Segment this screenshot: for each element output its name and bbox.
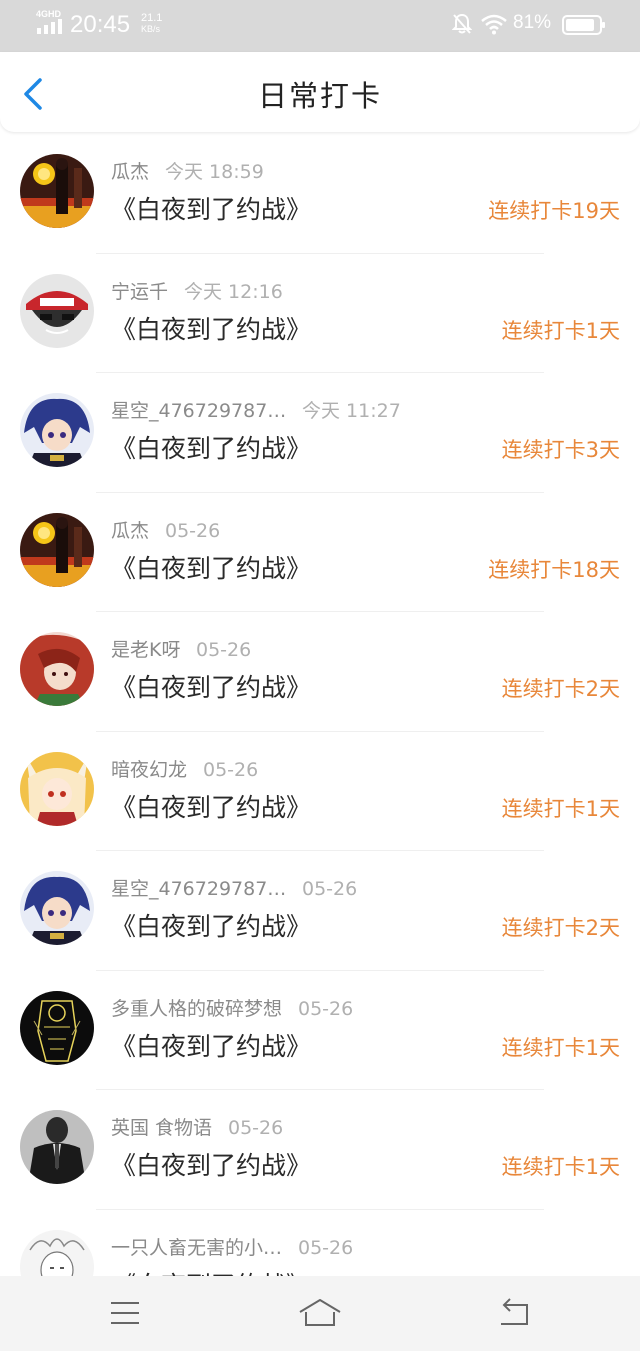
list-item[interactable]: 星空_476729787… 05-26 《白夜到了约战》 连续打卡2天: [0, 851, 640, 971]
checkin-time: 今天 18:59: [165, 161, 264, 183]
book-title[interactable]: 《白夜到了约战》: [111, 1031, 311, 1063]
network-speed: 21.1 KB/s: [141, 13, 175, 35]
avatar[interactable]: [20, 512, 94, 587]
home-icon: [299, 1299, 341, 1326]
checkin-time: 05-26: [203, 758, 259, 781]
book-title[interactable]: 《白夜到了约战》: [111, 194, 311, 226]
return-button[interactable]: [495, 1296, 535, 1330]
user-name[interactable]: 是老K呀: [111, 638, 180, 662]
home-button[interactable]: [298, 1296, 342, 1330]
network-speed-value: 21.1: [141, 12, 163, 24]
avatar[interactable]: [20, 154, 94, 228]
user-name[interactable]: 暗夜幻龙: [111, 758, 187, 782]
header: 日常打卡: [0, 52, 640, 132]
user-name[interactable]: 英国 食物语: [111, 1116, 212, 1140]
list-item[interactable]: 是老K呀 05-26 《白夜到了约战》 连续打卡2天: [0, 612, 640, 732]
checkin-time: 05-26: [298, 997, 354, 1020]
avatar-image: [20, 990, 94, 1065]
signal-icon: [37, 19, 62, 34]
user-name[interactable]: 瓜杰: [111, 519, 149, 543]
list-item[interactable]: 瓜杰 今天 18:59 《白夜到了约战》 连续打卡19天: [0, 134, 640, 254]
checkin-time: 05-26: [298, 1236, 354, 1259]
page-title: 日常打卡: [257, 79, 382, 113]
user-name[interactable]: 星空_476729787…: [111, 877, 286, 901]
avatar-image: [20, 1110, 94, 1184]
list-item[interactable]: 宁运千 今天 12:16 《白夜到了约战》 连续打卡1天: [0, 254, 640, 373]
status-bar: 4GHD 20:45 21.1 KB/s 81%: [0, 0, 640, 52]
book-title[interactable]: 《白夜到了约战》: [111, 911, 311, 943]
book-title[interactable]: 《白夜到了约战》: [111, 314, 311, 346]
list-item[interactable]: 英国 食物语 05-26 《白夜到了约战》 连续打卡1天: [0, 1090, 640, 1210]
streak-label: 连续打卡18天: [488, 557, 620, 582]
book-title[interactable]: 《白夜到了约战》: [111, 433, 311, 465]
streak-label: 连续打卡1天: [501, 796, 620, 821]
list-item[interactable]: 多重人格的破碎梦想 05-26 《白夜到了约战》 连续打卡1天: [0, 971, 640, 1090]
avatar-image: [20, 393, 94, 467]
user-name[interactable]: 瓜杰: [111, 160, 149, 184]
checkin-time: 05-26: [228, 1117, 284, 1139]
book-title[interactable]: 《白夜到了约战》: [111, 792, 311, 824]
list-item[interactable]: 暗夜幻龙 05-26 《白夜到了约战》 连续打卡1天: [0, 732, 640, 851]
avatar-image: [20, 512, 94, 587]
list-item[interactable]: 一只人畜无害的小…05-26《白夜到了约战》连续打卡1天: [0, 1210, 640, 1276]
battery-percent: 81%: [513, 12, 552, 33]
avatar[interactable]: [20, 1110, 94, 1184]
menu-button[interactable]: [105, 1296, 145, 1330]
clock: 20:45: [70, 11, 131, 38]
avatar[interactable]: [20, 1229, 94, 1276]
book-title[interactable]: 《白夜到了约战》: [111, 1150, 311, 1182]
checkin-list[interactable]: 瓜杰 今天 18:59 《白夜到了约战》 连续打卡19天 宁运千 今天 12:16 《白夜到…: [0, 134, 640, 1276]
screen: 4GHD 20:45 21.1 KB/s 81% 日常打卡 瓜杰 今天 18:5…: [0, 0, 640, 1351]
avatar[interactable]: [20, 871, 94, 945]
avatar-image: [20, 273, 94, 348]
checkin-time: 今天 12:16: [184, 280, 283, 303]
streak-label: 连续打卡1天: [501, 1035, 620, 1060]
streak-label: 连续打卡1天: [501, 318, 620, 343]
avatar-image: [20, 632, 94, 706]
streak-label: 连续打卡2天: [501, 677, 620, 701]
avatar-image: [20, 871, 94, 945]
avatar[interactable]: [20, 632, 94, 706]
user-name[interactable]: 宁运千: [111, 280, 168, 304]
user-name[interactable]: 一只人畜无害的小…: [111, 1236, 282, 1260]
checkin-time: 05-26: [165, 519, 221, 542]
wifi-icon: [481, 14, 507, 35]
battery-icon: [562, 15, 605, 35]
list-item[interactable]: 瓜杰 05-26 《白夜到了约战》 连续打卡18天: [0, 493, 640, 612]
list-item[interactable]: 星空_476729787… 今天 11:27 《白夜到了约战》 连续打卡3天: [0, 373, 640, 493]
bell-muted-icon: [452, 13, 472, 34]
avatar[interactable]: [20, 393, 94, 467]
avatar-image: [20, 751, 94, 826]
avatar-image: [20, 154, 94, 228]
avatar[interactable]: [20, 990, 94, 1065]
user-name[interactable]: 多重人格的破碎梦想: [111, 997, 282, 1021]
book-title[interactable]: 《白夜到了约战》: [111, 553, 311, 585]
avatar[interactable]: [20, 751, 94, 826]
return-icon: [501, 1298, 528, 1325]
user-name[interactable]: 星空_476729787…: [111, 399, 286, 423]
checkin-time: 05-26: [302, 878, 358, 900]
menu-icon: [111, 1302, 139, 1324]
avatar[interactable]: [20, 273, 94, 348]
checkin-time: 今天 11:27: [302, 400, 401, 422]
streak-label: 连续打卡1天: [501, 1155, 620, 1179]
streak-label: 连续打卡19天: [488, 199, 620, 223]
book-title[interactable]: 《白夜到了约战》: [111, 672, 311, 704]
streak-label: 连续打卡2天: [501, 916, 620, 940]
avatar-image: [20, 1229, 94, 1276]
system-nav-bar: [0, 1276, 640, 1351]
checkin-time: 05-26: [196, 639, 252, 661]
network-speed-unit: KB/s: [141, 24, 161, 34]
streak-label: 连续打卡3天: [501, 438, 620, 462]
